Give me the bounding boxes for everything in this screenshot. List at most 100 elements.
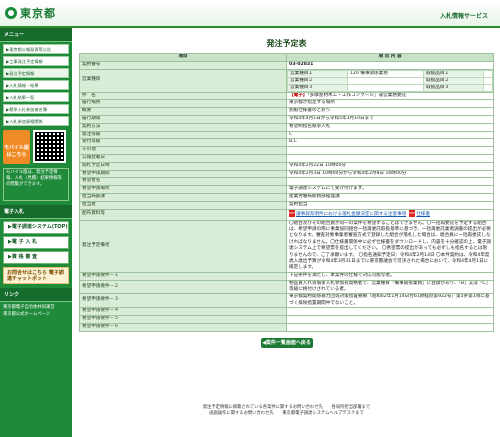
mobile-section: モバイル版はこちら: [3, 130, 69, 164]
doc-link-spec[interactable]: 仕様書: [416, 212, 430, 217]
condition-label: 希望申請要件－２: [79, 279, 287, 295]
item-val-3: [483, 83, 493, 92]
business-cat-2: 営業種目２: [287, 76, 348, 85]
row-value: C: [286, 130, 494, 140]
remarks-value: 〇組合及びその組合員が同一の案件を希望することはできません。〇一括再委託を予定す…: [286, 219, 494, 273]
mobile-button[interactable]: モバイル版はこちら: [3, 130, 30, 164]
link-joint-operation[interactable]: 東京都電子自治体共同運営: [3, 304, 69, 311]
e-bidding-button[interactable]: ▶電 子 入 札: [3, 236, 69, 249]
row-value: 別紙仕様書のとおり: [286, 107, 494, 116]
condition-value: 物品買入れ等競争入札参加有資格者で、営業種目「備事関係業務」に登録があり、「B」…: [286, 279, 494, 295]
e-procurement-top-button[interactable]: ▶電子調達システム(TOP): [3, 221, 69, 234]
subject-tag: 【電子】: [289, 92, 308, 98]
condition-label: 希望申請要件－５: [79, 315, 287, 324]
business-val-1: 120 備事関係業務: [346, 70, 425, 78]
item-cat-2: 取扱品目２: [423, 76, 485, 85]
sidebar: メニュー ▶東京都公報発表等公告 ▶工事発注予定情報 ▶発注予定情報 ▶入札情報…: [0, 28, 72, 437]
qr-code-icon: [33, 130, 66, 163]
row-value: 電子調達システムにて受け付けます。: [286, 185, 494, 194]
return-to-list-button[interactable]: ◀案件一覧画面へ戻る: [260, 337, 313, 348]
page-footer: 発注予定情報に掲載されている各案件に関するお問い合わせ先 各局所担当部署まで 画…: [78, 405, 495, 417]
row-label: 担当者: [79, 200, 287, 210]
page-header: 東京都 入札情報サービス: [0, 0, 500, 28]
col-header-content: 項 目 内 容: [286, 53, 494, 62]
business-label: 営業種目: [79, 68, 287, 93]
row-label: 公報登載日: [79, 153, 287, 163]
row-label: 希望申請期間: [79, 169, 287, 179]
footer-line-2: 画面操作に関するお問い合わせ先 東京都電子調達システムヘルプデスクまで: [209, 411, 364, 416]
pdf-icon: PDF: [289, 210, 295, 218]
page-title: 発注予定表: [266, 39, 307, 48]
pdf-icon: PDF: [409, 210, 416, 218]
item-val-1: [483, 70, 493, 78]
condition-value: 下記条件を満たし、本案件の仕様で対応可能な者。: [286, 271, 494, 281]
col-header-item: 項目: [79, 53, 287, 62]
condition-value: 東京都契約関係暴力団等対策措置要綱（昭和62年1月14日付61財経庶第922号）…: [286, 293, 494, 309]
subject-value: 【電子】「多摩産材木工・工作コンクール」運営業務委託: [286, 91, 494, 101]
condition-label: 希望申請要件－４: [79, 307, 287, 317]
tokyo-logo[interactable]: 東京都: [5, 5, 56, 21]
row-value: 産業労働局総務部経理課: [286, 192, 494, 202]
business-val-2: [346, 76, 425, 85]
condition-label: 希望申請要件－１: [79, 271, 287, 281]
row-label: 閲札予定日時: [79, 161, 287, 171]
row-label: 担当局部課: [79, 192, 287, 202]
row-value: 令和4年2月22日 10時00分: [286, 161, 494, 171]
row-label: 希望者名: [79, 177, 287, 187]
tokyo-emblem-icon: [5, 7, 17, 19]
chatbot-badge[interactable]: お問合せはこちら 電子調達チャットボット: [3, 267, 69, 284]
row-value: [286, 177, 494, 187]
contract-no-label: 契約番号: [79, 60, 287, 70]
condition-label: 希望申請要件－３: [79, 293, 287, 309]
business-val-3: [346, 83, 425, 92]
row-value: [286, 146, 494, 155]
remarks-label: 発注予定備考: [79, 219, 287, 273]
qualification-review-button[interactable]: ▶資 格 審 査: [3, 251, 69, 264]
row-value: 希望制指名競争入札: [286, 122, 494, 132]
row-label: 履行場所: [79, 99, 287, 109]
link-official-homepage[interactable]: 東京都公式ホームページ: [3, 311, 69, 318]
sidebar-menu-title: メニュー: [0, 28, 72, 42]
item-val-2: [483, 76, 493, 85]
row-value: 契約担当: [286, 200, 494, 210]
logo-text: 東京都: [20, 7, 56, 20]
sidebar-link-qualification[interactable]: ▶入札参加資格関係: [3, 116, 69, 126]
row-value: 令和4年2月3日 10時00分から令和4年2月8日 16時00分: [286, 169, 494, 179]
item-cat-1: 取扱品目１: [423, 70, 485, 78]
sidebar-link-bid-results[interactable]: ▶入札結果一覧: [3, 92, 69, 102]
main-content: 発注予定表 項目 項 目 内 容 契約番号 03-02831 営業種目 営業種目…: [78, 30, 495, 430]
sidebar-sub-title: 電子入札: [0, 205, 72, 219]
sidebar-link-construction-plan[interactable]: ▶工事発注予定情報: [3, 56, 69, 66]
row-label: 受付等級: [79, 138, 287, 148]
docs-value: PDF議事録及明件における落札金額決定に関する注意事項 PDF仕様書: [286, 208, 494, 221]
business-table: 営業種目１ 120 備事関係業務 取扱品目１ 営業種目２ 取扱品目２ 営業種目３ 取扱品…: [287, 70, 493, 92]
sidebar-link-bidder-list[interactable]: ▶競争入札参加者名簿: [3, 104, 69, 114]
subject-label: 件 名: [79, 91, 287, 101]
sidebar-link-order-plan[interactable]: ▶発注予定情報: [3, 68, 69, 78]
subject-text: 「多摩産材木工・工作コンクール」運営業務委託: [307, 92, 407, 98]
row-label: 希望申請場所: [79, 185, 287, 194]
business-cat-1: 営業種目１: [287, 70, 348, 78]
row-value: [286, 153, 494, 163]
row-label: その他: [79, 146, 287, 155]
condition-value: [286, 322, 494, 332]
condition-label: 希望申請要件－６: [79, 322, 287, 332]
doc-link-notice[interactable]: 議事録及明件における落札金額決定に関する注意事項: [296, 212, 406, 217]
row-label: 契約方法: [79, 122, 287, 132]
mobile-note: モバイル版は、発注予定情報、入札（見積）結果情報等の閲覧ができます。: [3, 168, 69, 201]
row-value: B,C: [286, 138, 494, 148]
business-cat-3: 営業種目３: [287, 83, 348, 92]
condition-value: [286, 315, 494, 324]
condition-value: [286, 307, 494, 317]
row-label: 履行期間: [79, 114, 287, 124]
docs-label: 配布資料等: [79, 208, 287, 221]
row-value: 東京都が指定する場所: [286, 99, 494, 109]
service-name: 入札情報サービス: [439, 13, 488, 20]
sidebar-link-bid-info[interactable]: ▶入札情報・結果: [3, 80, 69, 90]
order-plan-table: 項目 項 目 内 容 契約番号 03-02831 営業種目 営業種目１ 120 備…: [79, 53, 494, 332]
row-label: 概要: [79, 107, 287, 116]
sidebar-link-koho[interactable]: ▶東京都公報発表等公告: [3, 44, 69, 54]
sidebar-links-title: リンク: [0, 288, 72, 302]
row-label: 発注等級: [79, 130, 287, 140]
row-value: 令和4年4月1日から令和5年3月10日まで: [286, 114, 494, 124]
